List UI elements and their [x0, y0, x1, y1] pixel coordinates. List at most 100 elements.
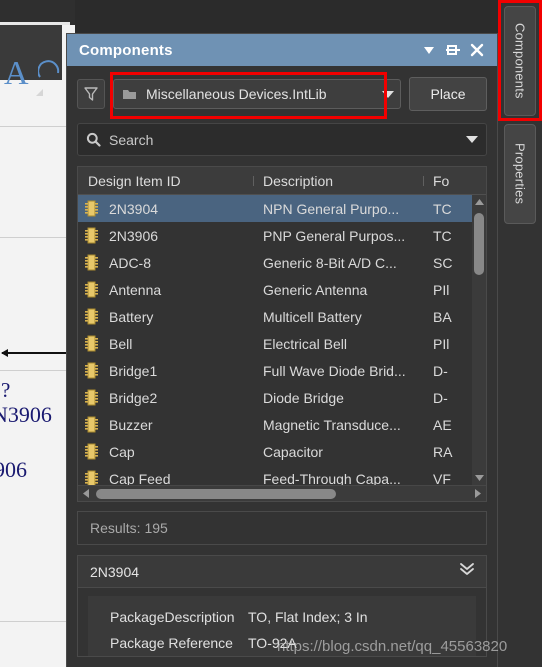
ic-component-icon — [85, 443, 98, 460]
vertical-tab-components[interactable]: Components — [504, 6, 536, 116]
component-detail-title: 2N3904 — [90, 563, 140, 580]
vertical-tab-components-label: Components — [512, 23, 528, 99]
place-button[interactable]: Place — [409, 77, 487, 111]
table-row[interactable]: Cap Capacitor RA — [78, 438, 486, 465]
chevron-double-down-icon[interactable] — [458, 562, 476, 581]
parameter-row: Package Reference TO-92A — [88, 630, 476, 656]
cell-design-item-id-text: Cap — [109, 443, 135, 460]
column-header-footprint[interactable]: Fo — [423, 173, 483, 189]
cell-design-item-id: Bridge2 — [78, 389, 253, 406]
dropdown-menu-icon[interactable] — [417, 38, 441, 62]
cell-design-item-id-text: 2N3906 — [109, 227, 159, 244]
table-row[interactable]: Buzzer Magnetic Transduce... AE — [78, 411, 486, 438]
table-row[interactable]: Cap Feed Feed-Through Capa... VF — [78, 465, 486, 485]
background-editor: A ? N3906 906 — [0, 0, 75, 667]
cell-description: Feed-Through Capa... — [263, 470, 401, 486]
screenshot-root: A ? N3906 906 Components Properties — [0, 0, 542, 667]
vertical-scrollbar-thumb[interactable] — [474, 213, 484, 275]
component-detail-body: PackageDescription TO, Flat Index; 3 In … — [78, 588, 486, 656]
table-header-row: Design Item ID Description Fo — [78, 167, 486, 195]
scroll-right-arrow-icon[interactable] — [470, 486, 486, 502]
horizontal-scrollbar-track[interactable] — [94, 486, 470, 502]
cell-design-item-id-text: Battery — [109, 308, 154, 325]
parameter-key: Package Reference — [110, 635, 233, 651]
cell-design-item-id: Cap Feed — [78, 470, 253, 485]
cell-description: Diode Bridge — [263, 389, 344, 406]
funnel-icon[interactable] — [77, 79, 105, 109]
panel-title: Components — [79, 41, 173, 59]
component-parameter-list: PackageDescription TO, Flat Index; 3 In … — [88, 596, 476, 656]
cell-design-item-id-text: 2N3904 — [109, 200, 159, 217]
parameter-key: PackageDescription — [110, 609, 235, 625]
cell-description: Electrical Bell — [263, 335, 348, 352]
cell-design-item-id-text: Bridge1 — [109, 362, 158, 379]
library-icon — [123, 90, 136, 99]
horizontal-scrollbar-thumb[interactable] — [96, 488, 336, 499]
chevron-down-icon[interactable] — [382, 90, 394, 98]
scroll-down-arrow-icon[interactable] — [472, 471, 486, 485]
library-select[interactable]: Miscellaneous Devices.IntLib — [113, 79, 401, 109]
arc-tool-icon[interactable] — [38, 57, 60, 79]
component-detail-header[interactable]: 2N3904 — [78, 556, 486, 588]
ic-component-icon — [85, 281, 98, 298]
parameter-value: TO, Flat Index; 3 In — [248, 609, 368, 625]
pin-icon[interactable] — [441, 38, 465, 62]
cell-design-item-id: 2N3906 — [78, 227, 253, 244]
table-row[interactable]: Bridge2 Diode Bridge D- — [78, 384, 486, 411]
parameter-row: PackageDescription TO, Flat Index; 3 In — [88, 604, 476, 630]
vertical-tab-properties[interactable]: Properties — [504, 124, 536, 224]
column-header-description[interactable]: Description — [253, 173, 423, 189]
cell-design-item-id: Antenna — [78, 281, 253, 298]
panel-body: Miscellaneous Devices.IntLib Place Searc… — [67, 66, 497, 657]
table-row[interactable]: Antenna Generic Antenna PIl — [78, 276, 486, 303]
ic-component-icon — [85, 416, 98, 433]
cell-design-item-id: Cap — [78, 443, 253, 460]
cell-description: Generic 8-Bit A/D C... — [263, 254, 397, 271]
cell-design-item-id: Bridge1 — [78, 362, 253, 379]
cell-design-item-id-text: Antenna — [109, 281, 162, 298]
search-input[interactable]: Search — [77, 123, 487, 156]
wire-arrowhead — [1, 349, 8, 357]
cell-description: Magnetic Transduce... — [263, 416, 401, 433]
table-row[interactable]: 2N3906 PNP General Purpos... TC — [78, 222, 486, 249]
table-row[interactable]: Bridge1 Full Wave Diode Brid... D- — [78, 357, 486, 384]
cell-description: PNP General Purpos... — [263, 227, 406, 244]
background-text-fragment: N3906 — [0, 402, 52, 427]
cell-design-item-id-text: ADC-8 — [109, 254, 152, 271]
ic-component-icon — [85, 362, 98, 379]
scroll-up-arrow-icon[interactable] — [472, 195, 486, 209]
cell-description: Full Wave Diode Brid... — [263, 362, 406, 379]
search-options-chevron-down-icon[interactable] — [466, 136, 478, 143]
vertical-tab-properties-label: Properties — [512, 143, 528, 205]
ic-component-icon — [85, 308, 98, 325]
library-toolbar: Miscellaneous Devices.IntLib Place — [77, 72, 487, 119]
background-toolbar: A — [0, 25, 62, 96]
library-select-value: Miscellaneous Devices.IntLib — [146, 86, 327, 102]
table-row[interactable]: Bell Electrical Bell PIl — [78, 330, 486, 357]
wire-line — [2, 352, 70, 354]
ic-component-icon — [85, 254, 98, 271]
results-bar: Results: 195 — [77, 511, 487, 545]
cell-design-item-id: Bell — [78, 335, 253, 352]
background-text-fragment: ? — [1, 378, 11, 402]
table-vertical-scrollbar[interactable] — [472, 195, 486, 485]
cell-design-item-id: 2N3904 — [78, 200, 253, 217]
panel-title-bar: Components — [67, 34, 497, 66]
table-row[interactable]: ADC-8 Generic 8-Bit A/D C... SC — [78, 249, 486, 276]
table-horizontal-scrollbar[interactable] — [78, 485, 486, 501]
cell-description: Capacitor — [263, 443, 323, 460]
table-row[interactable]: Battery Multicell Battery BA — [78, 303, 486, 330]
table-row[interactable]: 2N3904 NPN General Purpo... TC — [78, 195, 486, 222]
cell-design-item-id: Buzzer — [78, 416, 253, 433]
search-icon — [86, 132, 101, 147]
close-icon[interactable] — [465, 38, 489, 62]
cell-design-item-id-text: Cap Feed — [109, 470, 171, 486]
cell-design-item-id: Battery — [78, 308, 253, 325]
components-panel: Components Miscellaneous Devices.IntLib … — [66, 33, 498, 667]
ic-component-icon — [85, 335, 98, 352]
component-detail-panel: 2N3904 PackageDescription TO, Flat Index… — [77, 555, 487, 657]
column-header-design-item-id[interactable]: Design Item ID — [78, 173, 253, 189]
scroll-left-arrow-icon[interactable] — [78, 486, 94, 502]
cell-design-item-id-text: Bell — [109, 335, 133, 352]
cell-design-item-id-text: Buzzer — [109, 416, 153, 433]
